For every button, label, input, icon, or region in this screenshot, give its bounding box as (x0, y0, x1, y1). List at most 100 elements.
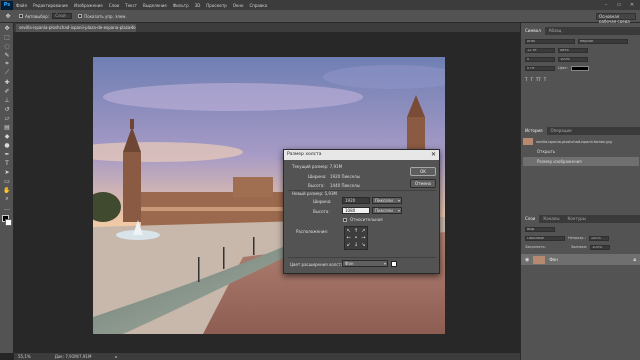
lasso-tool-icon[interactable]: ◌ (2, 42, 12, 50)
shape-tool-icon[interactable]: ▭ (2, 177, 12, 185)
eyedropper-tool-icon[interactable]: ⟋ (2, 69, 12, 77)
menu-edit[interactable]: Редактирование (30, 3, 71, 8)
color-swatches[interactable] (0, 214, 14, 230)
anchor-s-icon[interactable]: ↓ (352, 242, 359, 249)
menu-filter[interactable]: Фильтр (170, 3, 192, 8)
opacity-field[interactable]: 100% (588, 235, 609, 241)
tab-close-icon[interactable]: × (130, 24, 133, 32)
history-item-image-size[interactable]: Размер изображения (523, 157, 639, 166)
dodge-tool-icon[interactable]: ● (2, 141, 12, 149)
width-unit-dropdown[interactable]: Пиксели (372, 197, 402, 204)
menu-file[interactable]: Файл (13, 3, 30, 8)
menu-3d[interactable]: 3D (192, 3, 204, 8)
zoom-level[interactable]: 55,1% (18, 354, 31, 359)
anchor-sw-icon[interactable]: ↙ (345, 242, 352, 249)
minimize-icon[interactable]: – (600, 0, 612, 10)
kerning-field[interactable]: 0 (525, 56, 555, 62)
show-transform-checkbox[interactable] (78, 14, 83, 18)
eraser-tool-icon[interactable]: ▱ (2, 114, 12, 122)
ok-button[interactable]: OK (410, 167, 436, 176)
text-color-swatch[interactable] (571, 65, 590, 71)
width-input[interactable]: 1920 (342, 197, 370, 204)
auto-select-dropdown[interactable]: Слой (52, 13, 73, 19)
leading-field[interactable]: Авто (558, 47, 588, 53)
menu-view[interactable]: Просмотр (203, 3, 230, 8)
char-row-2: 12 пт Авто (525, 47, 588, 53)
blend-mode-dropdown[interactable]: Обычные (525, 235, 565, 241)
font-size-field[interactable]: 12 пт (525, 47, 555, 53)
menu-help[interactable]: Справка (246, 3, 270, 8)
crop-tool-icon[interactable]: ⌗ (2, 60, 12, 68)
fill-field[interactable]: 100% (590, 244, 611, 250)
menu-layers[interactable]: Слои (106, 3, 122, 8)
quick-select-tool-icon[interactable]: ✎ (2, 51, 12, 59)
font-style-field[interactable]: Regular (578, 38, 628, 44)
dialog-separator (288, 257, 436, 258)
type-tool-icon[interactable]: T (2, 159, 12, 167)
anchor-w-icon[interactable]: ← (345, 234, 352, 241)
menu-image[interactable]: Изображение (71, 3, 106, 8)
caps-icon[interactable]: TT (536, 77, 541, 82)
height-input[interactable]: 1080 (342, 207, 370, 214)
anchor-center-icon[interactable]: • (352, 234, 359, 241)
marquee-tool-icon[interactable]: ⬚ (2, 33, 12, 41)
document-tab[interactable]: sevilla-ispania-ploshchad-ispanii-plaza-… (16, 24, 136, 32)
zoom-tool-icon[interactable]: ⌕ (2, 195, 12, 203)
current-width-label: Ширина: (308, 174, 327, 179)
menu-type[interactable]: Текст (122, 3, 140, 8)
scale-field[interactable]: 100% (558, 56, 588, 62)
tab-actions[interactable]: Операции (547, 127, 576, 135)
layer-filter-dropdown[interactable]: Вид (525, 226, 555, 232)
tab-character[interactable]: Символ (521, 27, 545, 35)
menu-window[interactable]: Окно (230, 3, 247, 8)
anchor-n-icon[interactable]: ↑ (352, 227, 359, 234)
maximize-icon[interactable]: ▭ (613, 0, 625, 10)
anchor-grid[interactable]: ↖ ↑ ↗ ← • → ↙ ↓ ↘ (344, 226, 368, 250)
healing-tool-icon[interactable]: ✚ (2, 78, 12, 86)
move-tool-icon[interactable]: ✥ (3, 12, 13, 21)
extension-color-swatch[interactable] (391, 261, 397, 267)
move-tool-icon[interactable]: ✥ (2, 24, 12, 32)
background-color-swatch[interactable] (5, 219, 12, 226)
baseline-field[interactable]: 0 пт (525, 65, 555, 71)
tab-channels[interactable]: Каналы (539, 215, 563, 223)
anchor-ne-icon[interactable]: ↗ (360, 227, 367, 234)
blur-tool-icon[interactable]: ◆ (2, 132, 12, 140)
history-item-open[interactable]: Открыть (523, 147, 639, 156)
anchor-se-icon[interactable]: ↘ (360, 242, 367, 249)
history-brush-tool-icon[interactable]: ↺ (2, 105, 12, 113)
pen-tool-icon[interactable]: ✒ (2, 150, 12, 158)
layers-filter-row: Вид (525, 226, 555, 232)
extension-color-dropdown[interactable]: Фон (342, 260, 388, 267)
relative-checkbox[interactable] (343, 218, 347, 222)
clone-stamp-tool-icon[interactable]: ⊥ (2, 96, 12, 104)
hand-tool-icon[interactable]: ✋ (2, 186, 12, 194)
italic-icon[interactable]: T (530, 77, 532, 82)
underline-icon[interactable]: T (544, 77, 546, 82)
workspace-dropdown[interactable]: Основная рабочая среда (596, 12, 636, 24)
cancel-button[interactable]: Отмена (410, 179, 436, 188)
tab-layers[interactable]: Слои (521, 215, 540, 223)
menu-select[interactable]: Выделение (140, 3, 170, 8)
brush-tool-icon[interactable]: ✐ (2, 87, 12, 95)
tab-history[interactable]: История (521, 127, 547, 135)
dialog-close-icon[interactable]: ✕ (431, 150, 436, 160)
status-arrow-icon[interactable]: ▸ (115, 354, 117, 359)
auto-select-checkbox[interactable] (19, 14, 23, 18)
anchor-e-icon[interactable]: → (360, 234, 367, 241)
eye-icon[interactable]: ◉ (525, 257, 529, 263)
tab-paragraph[interactable]: Абзац (545, 27, 566, 35)
layer-row-background[interactable]: ◉ Фон 🔒︎ (521, 254, 640, 265)
height-unit-dropdown[interactable]: Пиксели (372, 207, 402, 214)
more-tools-icon[interactable]: … (2, 204, 12, 212)
anchor-nw-icon[interactable]: ↖ (345, 227, 352, 234)
layer-name: Фон (549, 257, 558, 262)
history-snapshot[interactable]: sevilla-ispania-ploshchad-ispanii-fontan… (523, 137, 639, 146)
tab-paths[interactable]: Контуры (563, 215, 589, 223)
photoshop-logo: Ps (1, 0, 13, 10)
font-family-field[interactable]: Arial (525, 38, 575, 44)
path-select-tool-icon[interactable]: ➤ (2, 168, 12, 176)
bold-icon[interactable]: T (525, 77, 527, 82)
close-icon[interactable]: ✕ (626, 0, 638, 10)
gradient-tool-icon[interactable]: ▤ (2, 123, 12, 131)
